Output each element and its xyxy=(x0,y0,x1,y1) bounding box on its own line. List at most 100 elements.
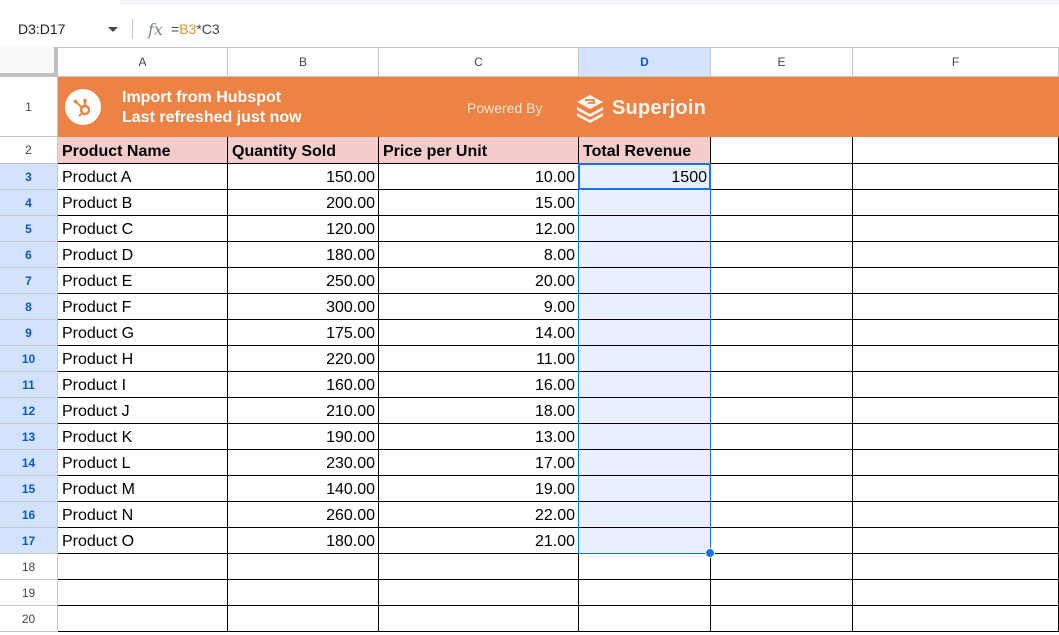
cell-b6[interactable]: 180.00 xyxy=(228,242,379,268)
cell-b16[interactable]: 260.00 xyxy=(228,502,379,528)
cell-b20[interactable] xyxy=(228,606,379,632)
cell-a18[interactable] xyxy=(58,554,228,580)
cell-a4[interactable]: Product B xyxy=(58,190,228,216)
cell-e15[interactable] xyxy=(711,476,853,502)
cell-c14[interactable]: 17.00 xyxy=(379,450,579,476)
row-header-7[interactable]: 7 xyxy=(0,268,58,294)
cell-d10[interactable] xyxy=(579,346,711,372)
cell-a6[interactable]: Product D xyxy=(58,242,228,268)
cell-a16[interactable]: Product N xyxy=(58,502,228,528)
column-header-b[interactable]: B xyxy=(228,47,379,77)
cell-a17[interactable]: Product O xyxy=(58,528,228,554)
cell-f8[interactable] xyxy=(853,294,1059,320)
cell-b3[interactable]: 150.00 xyxy=(228,164,379,190)
cell-e5[interactable] xyxy=(711,216,853,242)
cell-e10[interactable] xyxy=(711,346,853,372)
cell-f11[interactable] xyxy=(853,372,1059,398)
cell-b11[interactable]: 160.00 xyxy=(228,372,379,398)
cell-e12[interactable] xyxy=(711,398,853,424)
cell-e6[interactable] xyxy=(711,242,853,268)
row-header-12[interactable]: 12 xyxy=(0,398,58,424)
cell-c8[interactable]: 9.00 xyxy=(379,294,579,320)
cell-b7[interactable]: 250.00 xyxy=(228,268,379,294)
row-header-2[interactable]: 2 xyxy=(0,137,58,164)
cell-b10[interactable]: 220.00 xyxy=(228,346,379,372)
row-header-14[interactable]: 14 xyxy=(0,450,58,476)
cell-e4[interactable] xyxy=(711,190,853,216)
cell-b13[interactable]: 190.00 xyxy=(228,424,379,450)
cell-d6[interactable] xyxy=(579,242,711,268)
cell-e9[interactable] xyxy=(711,320,853,346)
column-title-d2[interactable]: Total Revenue xyxy=(579,137,711,164)
cell-b18[interactable] xyxy=(228,554,379,580)
row-header-9[interactable]: 9 xyxy=(0,320,58,346)
cell-f17[interactable] xyxy=(853,528,1059,554)
cell-f6[interactable] xyxy=(853,242,1059,268)
cell-d16[interactable] xyxy=(579,502,711,528)
column-header-c[interactable]: C xyxy=(379,47,579,77)
cell-c19[interactable] xyxy=(379,580,579,606)
cell-a7[interactable]: Product E xyxy=(58,268,228,294)
cell-c17[interactable]: 21.00 xyxy=(379,528,579,554)
cell-d4[interactable] xyxy=(579,190,711,216)
fill-handle[interactable] xyxy=(705,548,715,558)
cell-e8[interactable] xyxy=(711,294,853,320)
cell-a8[interactable]: Product F xyxy=(58,294,228,320)
cell-f5[interactable] xyxy=(853,216,1059,242)
cell-c9[interactable]: 14.00 xyxy=(379,320,579,346)
cell-f3[interactable] xyxy=(853,164,1059,190)
row-header-6[interactable]: 6 xyxy=(0,242,58,268)
cell-e3[interactable] xyxy=(711,164,853,190)
column-title-b2[interactable]: Quantity Sold xyxy=(228,137,379,164)
row-header-20[interactable]: 20 xyxy=(0,606,58,632)
cell-a20[interactable] xyxy=(58,606,228,632)
cell-a12[interactable]: Product J xyxy=(58,398,228,424)
cell-c3[interactable]: 10.00 xyxy=(379,164,579,190)
name-box[interactable]: D3:D17 xyxy=(0,11,123,47)
cell-b19[interactable] xyxy=(228,580,379,606)
cell-e18[interactable] xyxy=(711,554,853,580)
column-header-a[interactable]: A xyxy=(58,47,228,77)
cell-d18[interactable] xyxy=(579,554,711,580)
cell-f4[interactable] xyxy=(853,190,1059,216)
cell-c16[interactable]: 22.00 xyxy=(379,502,579,528)
cell-c7[interactable]: 20.00 xyxy=(379,268,579,294)
row-header-17[interactable]: 17 xyxy=(0,528,58,554)
row-header-1[interactable]: 1 xyxy=(0,77,58,137)
cell-d12[interactable] xyxy=(579,398,711,424)
cell-a11[interactable]: Product I xyxy=(58,372,228,398)
row-header-8[interactable]: 8 xyxy=(0,294,58,320)
cell-a5[interactable]: Product C xyxy=(58,216,228,242)
row-header-3[interactable]: 3 xyxy=(0,164,58,190)
cell-d5[interactable] xyxy=(579,216,711,242)
row-header-11[interactable]: 11 xyxy=(0,372,58,398)
cell-e16[interactable] xyxy=(711,502,853,528)
cell-a10[interactable]: Product H xyxy=(58,346,228,372)
cell-f14[interactable] xyxy=(853,450,1059,476)
cell-c18[interactable] xyxy=(379,554,579,580)
row-header-10[interactable]: 10 xyxy=(0,346,58,372)
cell-d15[interactable] xyxy=(579,476,711,502)
column-header-f[interactable]: F xyxy=(853,47,1059,77)
cell-a14[interactable]: Product L xyxy=(58,450,228,476)
cell-d20[interactable] xyxy=(579,606,711,632)
cell-f20[interactable] xyxy=(853,606,1059,632)
row-header-16[interactable]: 16 xyxy=(0,502,58,528)
cell-f9[interactable] xyxy=(853,320,1059,346)
cell-c6[interactable]: 8.00 xyxy=(379,242,579,268)
cell-b9[interactable]: 175.00 xyxy=(228,320,379,346)
cell-a9[interactable]: Product G xyxy=(58,320,228,346)
cell-b8[interactable]: 300.00 xyxy=(228,294,379,320)
row-header-18[interactable]: 18 xyxy=(0,554,58,580)
row-header-19[interactable]: 19 xyxy=(0,580,58,606)
cell-f2[interactable] xyxy=(853,137,1059,164)
cell-d17[interactable] xyxy=(579,528,711,554)
cell-e2[interactable] xyxy=(711,137,853,164)
cell-e20[interactable] xyxy=(711,606,853,632)
cell-c4[interactable]: 15.00 xyxy=(379,190,579,216)
cell-b4[interactable]: 200.00 xyxy=(228,190,379,216)
column-header-e[interactable]: E xyxy=(711,47,853,77)
cell-d7[interactable] xyxy=(579,268,711,294)
row-header-5[interactable]: 5 xyxy=(0,216,58,242)
cell-e13[interactable] xyxy=(711,424,853,450)
